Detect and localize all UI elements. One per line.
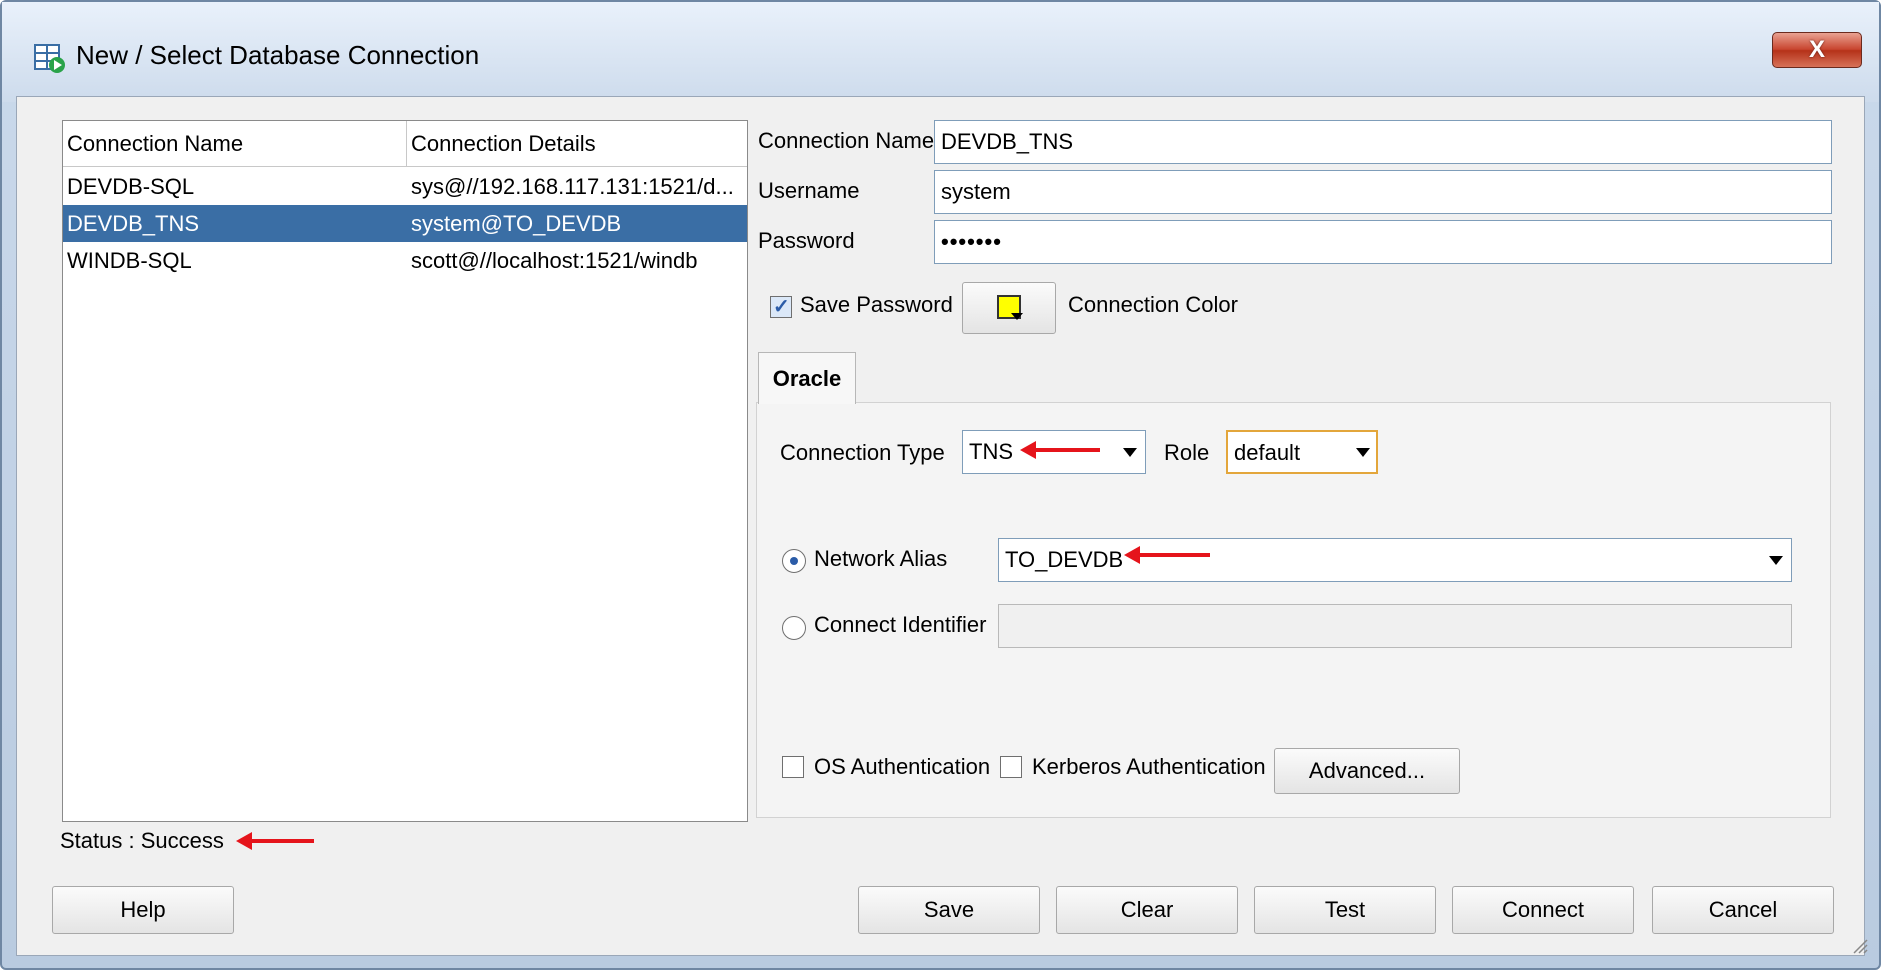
table-row-selected[interactable]: DEVDB_TNS system@TO_DEVDB xyxy=(63,205,747,242)
advanced-button[interactable]: Advanced... xyxy=(1274,748,1460,794)
table-row[interactable]: DEVDB-SQL sys@//192.168.117.131:1521/d..… xyxy=(63,168,747,205)
chevron-down-icon xyxy=(1769,556,1783,565)
role-select[interactable]: default xyxy=(1226,430,1378,474)
password-field[interactable]: ••••••• xyxy=(934,220,1832,264)
os-authentication-checkbox[interactable] xyxy=(782,756,804,778)
network-alias-radio[interactable] xyxy=(782,549,806,573)
password-label: Password xyxy=(758,228,855,253)
cell-connection-name: WINDB-SQL xyxy=(67,248,192,273)
connection-table[interactable]: Connection Name Connection Details DEVDB… xyxy=(62,120,748,822)
connect-identifier-label: Connect Identifier xyxy=(814,612,987,637)
save-password-checkbox[interactable] xyxy=(770,294,792,319)
window-title: New / Select Database Connection xyxy=(76,40,480,70)
role-label: Role xyxy=(1164,440,1210,465)
connection-name-field[interactable]: DEVDB_TNS xyxy=(934,120,1832,164)
network-alias-select[interactable]: TO_DEVDB xyxy=(998,538,1792,582)
annotation-arrow xyxy=(1124,546,1210,564)
kerberos-authentication-checkbox[interactable] xyxy=(1000,756,1022,778)
kerberos-authentication-label: Kerberos Authentication xyxy=(1032,754,1266,779)
column-header-connection-name[interactable]: Connection Name xyxy=(63,121,407,167)
database-connection-icon xyxy=(34,44,65,73)
cell-connection-name: DEVDB-SQL xyxy=(67,174,195,199)
clear-button[interactable]: Clear xyxy=(1056,886,1238,934)
chevron-down-icon xyxy=(1356,448,1370,457)
close-button[interactable]: X xyxy=(1772,32,1862,68)
os-authentication-label: OS Authentication xyxy=(814,754,991,779)
username-label: Username xyxy=(758,178,860,203)
test-button[interactable]: Test xyxy=(1254,886,1436,934)
cancel-button[interactable]: Cancel xyxy=(1652,886,1834,934)
chevron-down-icon xyxy=(1123,448,1137,457)
annotation-arrow xyxy=(1020,441,1100,459)
cell-connection-details: sys@//192.168.117.131:1521/d... xyxy=(411,174,734,199)
cell-connection-name: DEVDB_TNS xyxy=(67,211,200,236)
table-row[interactable]: WINDB-SQL scott@//localhost:1521/windb xyxy=(63,242,747,279)
connection-color-label: Connection Color xyxy=(1068,292,1238,317)
connect-button[interactable]: Connect xyxy=(1452,886,1634,934)
cell-connection-details: system@TO_DEVDB xyxy=(411,211,622,236)
connection-type-value: TNS xyxy=(969,439,1013,464)
chevron-down-icon xyxy=(1011,313,1023,320)
save-button[interactable]: Save xyxy=(858,886,1040,934)
network-alias-value: TO_DEVDB xyxy=(1005,547,1124,572)
resize-grip-icon[interactable] xyxy=(1850,936,1868,954)
cell-connection-details: scott@//localhost:1521/windb xyxy=(411,248,698,273)
help-button[interactable]: Help xyxy=(52,886,234,934)
role-value: default xyxy=(1234,440,1301,465)
tab-oracle[interactable]: Oracle xyxy=(758,352,856,404)
username-field[interactable]: system xyxy=(934,170,1832,214)
save-password-label: Save Password xyxy=(800,292,953,317)
status-text: Status : Success xyxy=(60,828,224,853)
connection-color-button[interactable] xyxy=(962,282,1056,334)
connect-identifier-radio[interactable] xyxy=(782,616,806,640)
annotation-arrow xyxy=(236,832,314,850)
connection-type-select[interactable]: TNS xyxy=(962,430,1146,474)
connection-type-label: Connection Type xyxy=(780,440,945,465)
connect-identifier-field[interactable] xyxy=(998,604,1792,648)
network-alias-label: Network Alias xyxy=(814,546,948,571)
connection-name-label: Connection Name xyxy=(758,128,935,153)
column-header-connection-details[interactable]: Connection Details xyxy=(407,121,747,167)
